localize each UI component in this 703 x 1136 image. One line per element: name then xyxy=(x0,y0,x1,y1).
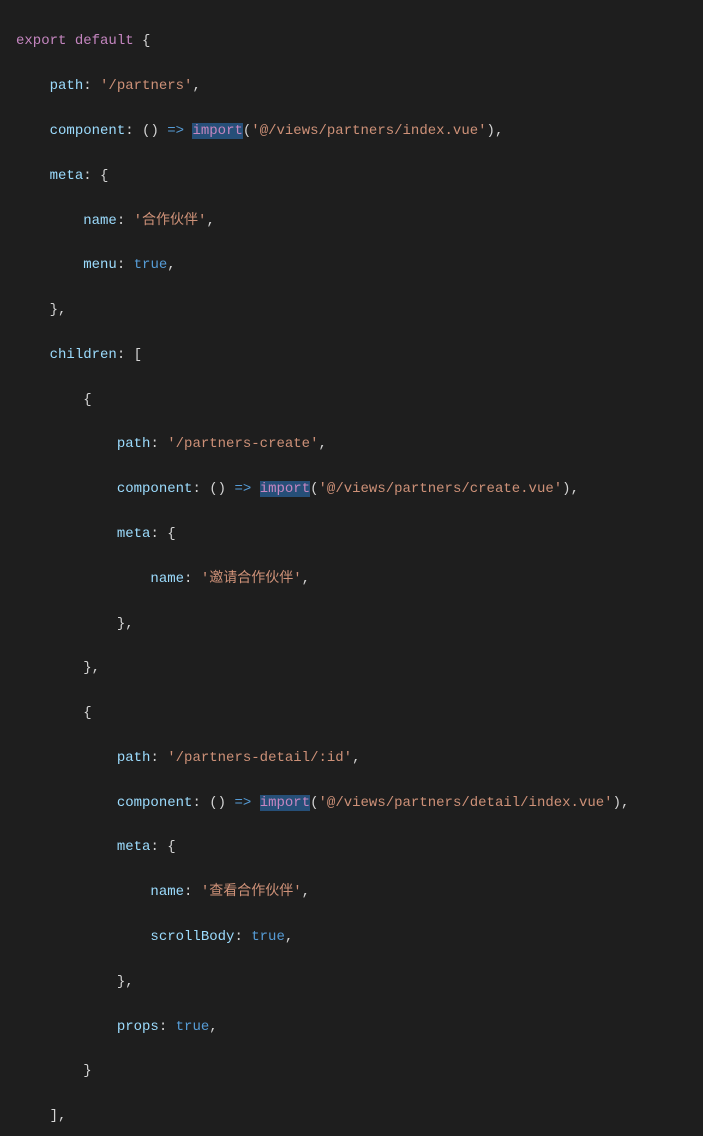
code-line: component: () => import('@/views/partner… xyxy=(16,478,687,500)
code-line: props: true, xyxy=(16,1016,687,1038)
code-line: name: '查看合作伙伴', xyxy=(16,881,687,903)
string-value: '合作伙伴' xyxy=(134,213,207,229)
string-value: '邀请合作伙伴' xyxy=(201,571,302,587)
property: path xyxy=(117,436,151,452)
code-line: meta: { xyxy=(16,836,687,858)
string-value: '/partners' xyxy=(100,78,192,94)
property: meta xyxy=(117,526,151,542)
code-line: menu: true, xyxy=(16,254,687,276)
keyword-import: import xyxy=(192,123,242,139)
brace: { xyxy=(134,33,151,49)
property: component xyxy=(117,795,193,811)
property: name xyxy=(150,884,184,900)
code-line: }, xyxy=(16,299,687,321)
code-line: name: '合作伙伴', xyxy=(16,210,687,232)
property: meta xyxy=(50,168,84,184)
property: menu xyxy=(83,257,117,273)
brace: } xyxy=(83,1063,91,1079)
arrow-function: => xyxy=(167,123,184,139)
keyword-import: import xyxy=(260,481,310,497)
property: path xyxy=(50,78,84,94)
keyword-true: true xyxy=(251,929,285,945)
code-line: component: () => import('@/views/partner… xyxy=(16,792,687,814)
property: component xyxy=(50,123,126,139)
property: children xyxy=(50,347,117,363)
property: meta xyxy=(117,839,151,855)
code-line: name: '邀请合作伙伴', xyxy=(16,568,687,590)
code-line: { xyxy=(16,389,687,411)
brace: }, xyxy=(83,660,100,676)
bracket: ], xyxy=(50,1108,67,1124)
code-line: { xyxy=(16,702,687,724)
property: component xyxy=(117,481,193,497)
string-value: '@/views/partners/index.vue' xyxy=(251,123,486,139)
keyword-export: export xyxy=(16,33,66,49)
string-value: '查看合作伙伴' xyxy=(201,884,302,900)
property: path xyxy=(117,750,151,766)
property: name xyxy=(83,213,117,229)
code-line: children: [ xyxy=(16,344,687,366)
string-value: '@/views/partners/create.vue' xyxy=(319,481,563,497)
string-value: '/partners-detail/:id' xyxy=(167,750,352,766)
code-line: meta: { xyxy=(16,523,687,545)
code-line: export default { xyxy=(16,30,687,52)
keyword-true: true xyxy=(134,257,168,273)
string-value: '@/views/partners/detail/index.vue' xyxy=(319,795,613,811)
arrow-function: => xyxy=(234,795,251,811)
code-line: path: '/partners-detail/:id', xyxy=(16,747,687,769)
brace: }, xyxy=(117,974,134,990)
property: props xyxy=(117,1019,159,1035)
code-line: path: '/partners', xyxy=(16,75,687,97)
code-line: }, xyxy=(16,613,687,635)
brace: }, xyxy=(50,302,67,318)
brace: }, xyxy=(117,616,134,632)
code-line: scrollBody: true, xyxy=(16,926,687,948)
keyword-default: default xyxy=(75,33,134,49)
code-line: }, xyxy=(16,971,687,993)
code-line: meta: { xyxy=(16,165,687,187)
brace: { xyxy=(83,705,91,721)
string-value: '/partners-create' xyxy=(167,436,318,452)
code-line: }, xyxy=(16,657,687,679)
property: name xyxy=(150,571,184,587)
code-editor[interactable]: export default { path: '/partners', comp… xyxy=(0,8,703,1136)
keyword-import: import xyxy=(260,795,310,811)
code-line: path: '/partners-create', xyxy=(16,433,687,455)
code-line: ], xyxy=(16,1105,687,1127)
code-line: } xyxy=(16,1060,687,1082)
brace: { xyxy=(83,392,91,408)
arrow-function: => xyxy=(234,481,251,497)
code-line: component: () => import('@/views/partner… xyxy=(16,120,687,142)
keyword-true: true xyxy=(176,1019,210,1035)
property: scrollBody xyxy=(150,929,234,945)
